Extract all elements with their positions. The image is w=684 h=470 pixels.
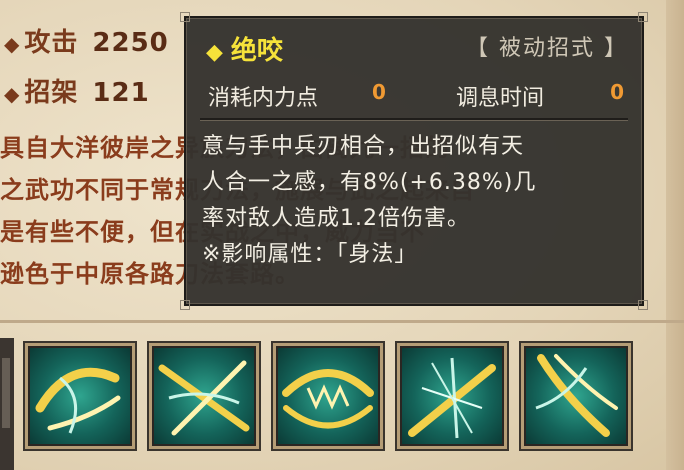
diamond-bullet-icon: ◆ [4,82,21,106]
slash-cross-icon [158,360,250,436]
skill-title: ◆ 绝咬 [206,30,283,67]
stat-value: 121 [92,78,150,108]
right-border-decoration [666,0,684,470]
cost-label: 消耗内力点 [208,86,319,111]
cooldown-value: 0 [610,80,624,104]
cost-value: 0 [372,80,386,104]
slash-swirl-icon [35,367,121,434]
corner-ornament [180,12,190,22]
skill-description-line: 意与手中兵刃相合，出招似有天 [202,134,525,159]
stat-label: 招架 [24,78,79,108]
corner-ornament [638,300,648,310]
corner-ornament [638,12,648,22]
skill-description-line: 人合一之感，有8%(+6.38%)几 [202,170,537,195]
stat-label: 攻击 [24,28,79,58]
skill-description-line: ※影响属性：「身法」 [202,242,418,267]
stat-attack: ◆ 攻击 2250 [4,22,169,59]
cooldown-label: 调息时间 [456,86,545,111]
skill-tooltip: ◆ 绝咬 【 被动招式 】 消耗内力点 0 调息时间 0 意与手中兵刃相合，出招似… [180,12,648,310]
skill-name: 绝咬 [230,36,283,66]
diamond-bullet-icon: ◆ [4,32,21,56]
divider [0,320,684,323]
skill-slot-3[interactable] [276,346,380,446]
stat-value: 2250 [92,28,169,58]
corner-ornament [180,300,190,310]
skill-slot-1[interactable] [28,346,132,446]
tooltip-divider [200,118,628,121]
slash-burst-icon [408,357,496,439]
left-scroll-decoration [0,338,14,470]
skill-slot-4[interactable] [400,346,504,446]
slash-bite-icon [282,369,374,429]
stat-parry: ◆ 招架 121 [4,72,150,109]
skill-slot-5[interactable] [524,346,628,446]
skill-description-line: 率对敌人造成1.2倍伤害。 [202,206,470,231]
diamond-bullet-icon: ◆ [206,40,223,65]
skill-slot-2[interactable] [152,346,256,446]
skill-type: 【 被动招式 】 [466,36,628,61]
slash-sweep-icon [535,354,618,437]
